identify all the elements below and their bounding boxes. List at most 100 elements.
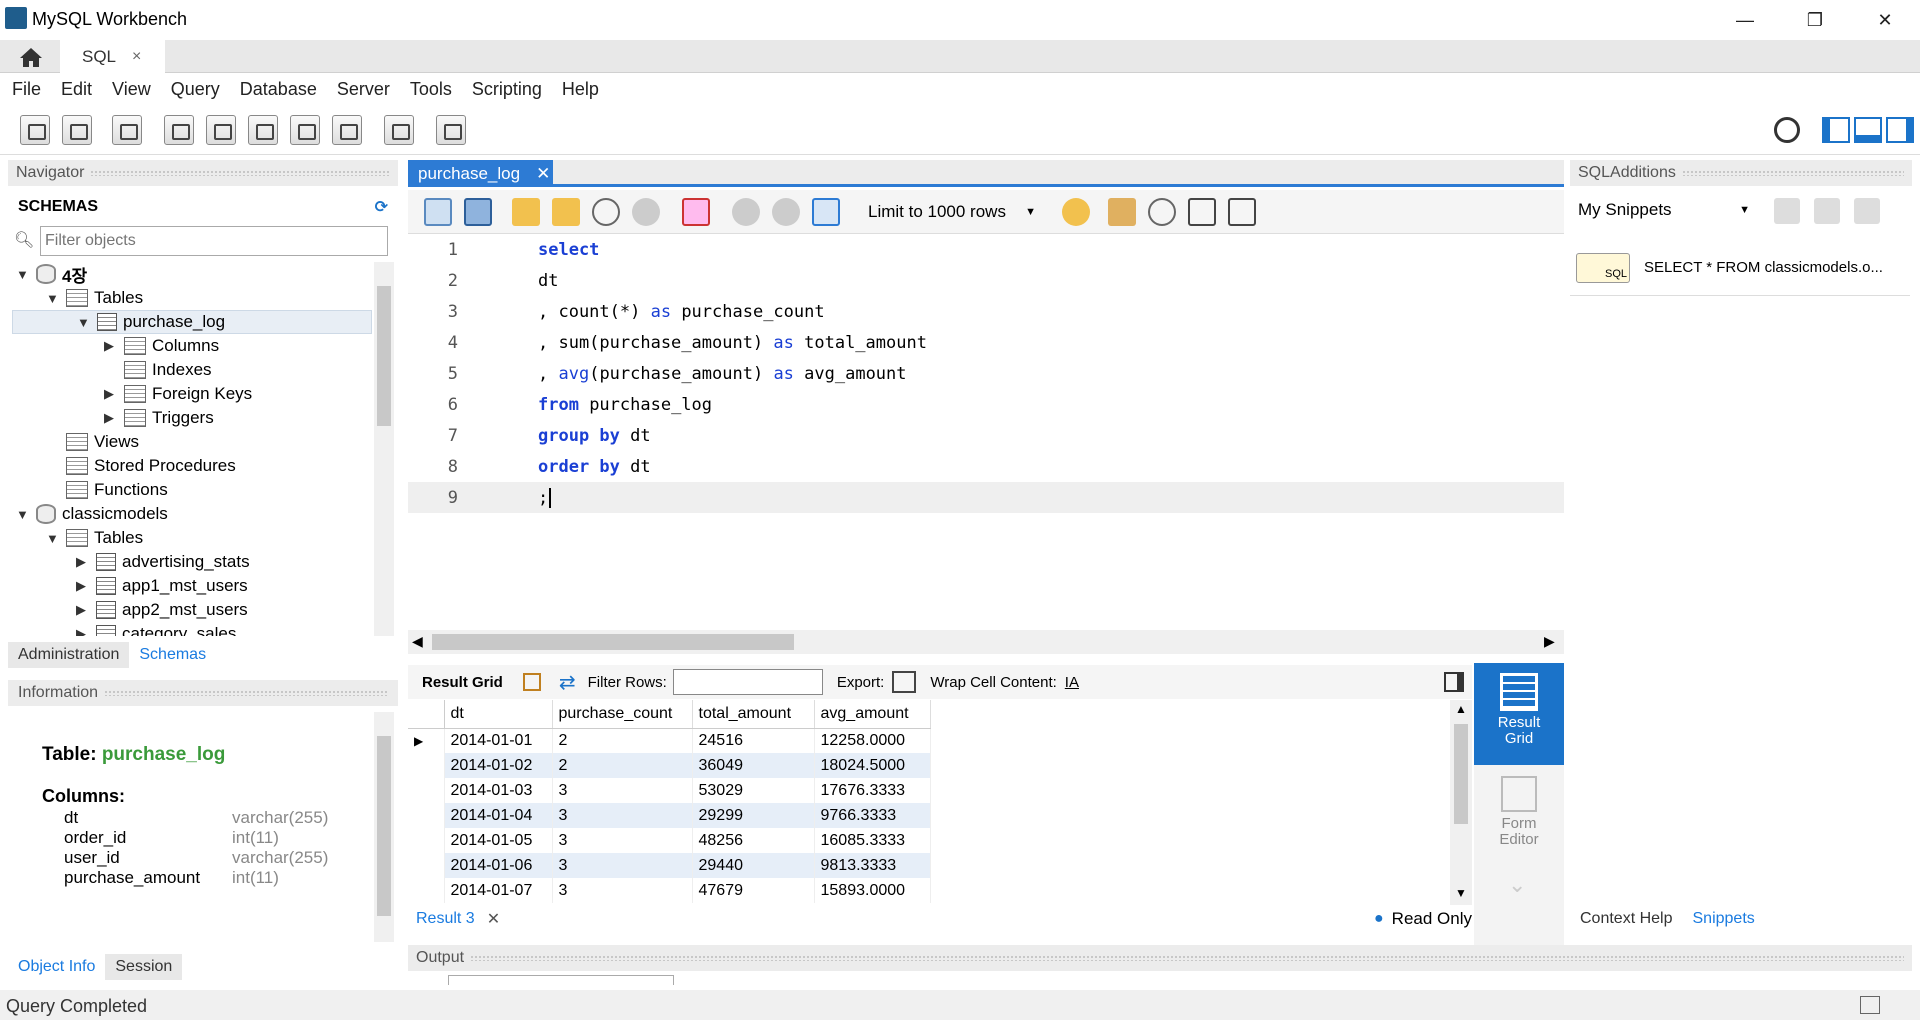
tree-item-4장[interactable]: ▼ 4장 bbox=[16, 262, 87, 286]
tree-item-tables[interactable]: ▼ Tables bbox=[46, 286, 143, 310]
menu-scripting[interactable]: Scripting bbox=[472, 79, 542, 100]
table-cell[interactable]: 2014-01-02 bbox=[444, 753, 553, 778]
table-cell[interactable]: 36049 bbox=[692, 753, 815, 778]
menu-server[interactable]: Server bbox=[337, 79, 390, 100]
menu-edit[interactable]: Edit bbox=[61, 79, 92, 100]
tree-item-indexes[interactable]: Indexes bbox=[104, 358, 212, 382]
scroll-thumb[interactable] bbox=[432, 634, 794, 650]
table-cell[interactable]: 9813.3333 bbox=[814, 853, 931, 878]
filter-objects-input[interactable] bbox=[40, 226, 388, 256]
tree-item-classicmodels[interactable]: ▼ classicmodels bbox=[16, 502, 168, 526]
table-cell[interactable]: 3 bbox=[552, 878, 693, 903]
execute-icon[interactable] bbox=[512, 198, 540, 226]
table-cell[interactable]: 47679 bbox=[692, 878, 815, 903]
add-snippet-icon[interactable] bbox=[1062, 198, 1090, 226]
preferences-icon[interactable] bbox=[1774, 117, 1800, 143]
scroll-left-icon[interactable]: ◀ bbox=[412, 633, 423, 650]
create-function-icon[interactable] bbox=[332, 115, 362, 145]
table-cell[interactable]: 9766.3333 bbox=[814, 803, 931, 828]
table-cell[interactable]: 18024.5000 bbox=[814, 753, 931, 778]
scroll-down-icon[interactable]: ▼ bbox=[1455, 886, 1467, 900]
tree-item-views[interactable]: Views bbox=[46, 430, 139, 454]
table-cell[interactable]: 2014-01-07 bbox=[444, 878, 553, 903]
find-icon[interactable] bbox=[1148, 198, 1176, 226]
wrap-cell-icon[interactable]: IA bbox=[1065, 674, 1079, 691]
table-cell[interactable]: 12258.0000 bbox=[814, 728, 931, 753]
scroll-thumb[interactable] bbox=[1454, 724, 1468, 824]
expand-icon[interactable]: ▼ bbox=[16, 507, 30, 522]
tree-item-functions[interactable]: Functions bbox=[46, 478, 168, 502]
beautify-icon[interactable] bbox=[1108, 198, 1136, 226]
wrap-lines-icon[interactable] bbox=[1228, 198, 1256, 226]
expand-icon[interactable]: ▼ bbox=[77, 315, 91, 330]
create-schema-icon[interactable] bbox=[164, 115, 194, 145]
sql-editor[interactable]: 1 select 2 dt 3 , count(*) as purchase_coun… bbox=[408, 234, 1564, 627]
create-table-icon[interactable] bbox=[206, 115, 236, 145]
table-cell[interactable]: 2014-01-01 bbox=[444, 728, 553, 753]
toggle-sidebar-icon[interactable] bbox=[1822, 117, 1850, 143]
expand-icon[interactable]: ▶ bbox=[76, 554, 90, 570]
table-cell[interactable]: 53029 bbox=[692, 778, 815, 803]
table-cell[interactable]: 2014-01-06 bbox=[444, 853, 553, 878]
tree-scrollbar[interactable] bbox=[374, 262, 394, 636]
tree-item-advertising-stats[interactable]: ▶ advertising_stats bbox=[76, 550, 250, 574]
toggle-output-icon[interactable] bbox=[1854, 117, 1882, 143]
tree-item-tables[interactable]: ▼ Tables bbox=[46, 526, 143, 550]
grid-scrollbar[interactable]: ▲ ▼ bbox=[1450, 700, 1472, 905]
table-cell[interactable]: 24516 bbox=[692, 728, 815, 753]
copy-snippet-icon[interactable] bbox=[1854, 198, 1880, 224]
table-row[interactable]: 2014-01-04 3 29299 9766.3333 bbox=[408, 803, 931, 828]
expand-icon[interactable]: ▶ bbox=[104, 410, 118, 426]
tree-item-columns[interactable]: ▶ Columns bbox=[104, 334, 219, 358]
snippets-select[interactable]: My Snippets ▼ bbox=[1572, 196, 1756, 224]
close-icon[interactable]: ✕ bbox=[536, 164, 550, 184]
inspector-icon[interactable] bbox=[112, 115, 142, 145]
minimize-button[interactable]: — bbox=[1710, 0, 1780, 40]
column-header[interactable]: dt bbox=[444, 700, 553, 729]
rollback-icon[interactable] bbox=[772, 198, 800, 226]
scroll-right-icon[interactable]: ▶ bbox=[1544, 633, 1555, 650]
expand-icon[interactable]: ▶ bbox=[76, 626, 90, 636]
toggle-error-icon[interactable] bbox=[682, 198, 710, 226]
expand-icon[interactable]: ▶ bbox=[76, 578, 90, 594]
table-cell[interactable]: 2014-01-04 bbox=[444, 803, 553, 828]
home-tab[interactable] bbox=[8, 40, 54, 73]
limit-rows-select[interactable]: Limit to 1000 rows ▼ bbox=[860, 198, 1044, 226]
search-table-data-icon[interactable] bbox=[384, 115, 414, 145]
tab-session[interactable]: Session bbox=[105, 954, 183, 980]
expand-icon[interactable]: ▼ bbox=[46, 291, 60, 306]
open-sql-script-icon[interactable] bbox=[62, 115, 92, 145]
tab-administration[interactable]: Administration bbox=[8, 642, 130, 668]
restore-button[interactable]: ❐ bbox=[1780, 0, 1850, 40]
insert-snippet-icon[interactable] bbox=[1774, 198, 1800, 224]
menu-file[interactable]: File bbox=[12, 79, 41, 100]
table-row[interactable]: ▶ 2014-01-01 2 24516 12258.0000 bbox=[408, 728, 931, 753]
create-view-icon[interactable] bbox=[248, 115, 278, 145]
replace-snippet-icon[interactable] bbox=[1814, 198, 1840, 224]
open-file-icon[interactable] bbox=[424, 198, 452, 226]
stop-icon[interactable] bbox=[632, 198, 660, 226]
table-cell[interactable]: 15893.0000 bbox=[814, 878, 931, 903]
toggle-panel-icon[interactable] bbox=[1444, 672, 1464, 692]
editor-tab-purchase-log[interactable]: purchase_log ✕ bbox=[408, 160, 553, 187]
table-cell[interactable]: 29440 bbox=[692, 853, 815, 878]
close-icon[interactable]: × bbox=[132, 48, 141, 66]
tree-item-foreign-keys[interactable]: ▶ Foreign Keys bbox=[104, 382, 252, 406]
table-cell[interactable]: 17676.3333 bbox=[814, 778, 931, 803]
reconnect-icon[interactable] bbox=[436, 115, 466, 145]
menu-query[interactable]: Query bbox=[171, 79, 220, 100]
table-row[interactable]: 2014-01-06 3 29440 9813.3333 bbox=[408, 853, 931, 878]
save-icon[interactable] bbox=[464, 198, 492, 226]
output-select[interactable] bbox=[448, 975, 674, 985]
export-icon[interactable] bbox=[892, 671, 917, 693]
table-row[interactable]: 2014-01-05 3 48256 16085.3333 bbox=[408, 828, 931, 853]
scroll-thumb[interactable] bbox=[377, 286, 391, 426]
tree-item-purchase-log[interactable]: ▼ purchase_log bbox=[12, 310, 372, 334]
tree-item-category-sales[interactable]: ▶ category_sales bbox=[76, 622, 236, 636]
filter-rows-input[interactable] bbox=[672, 669, 823, 695]
output-toggle-icon[interactable] bbox=[1860, 996, 1880, 1014]
commit-icon[interactable] bbox=[732, 198, 760, 226]
invisible-chars-icon[interactable] bbox=[1188, 198, 1216, 226]
column-header[interactable]: purchase_count bbox=[552, 700, 693, 729]
snippet-item[interactable]: SQL SELECT * FROM classicmodels.o... bbox=[1570, 240, 1910, 296]
